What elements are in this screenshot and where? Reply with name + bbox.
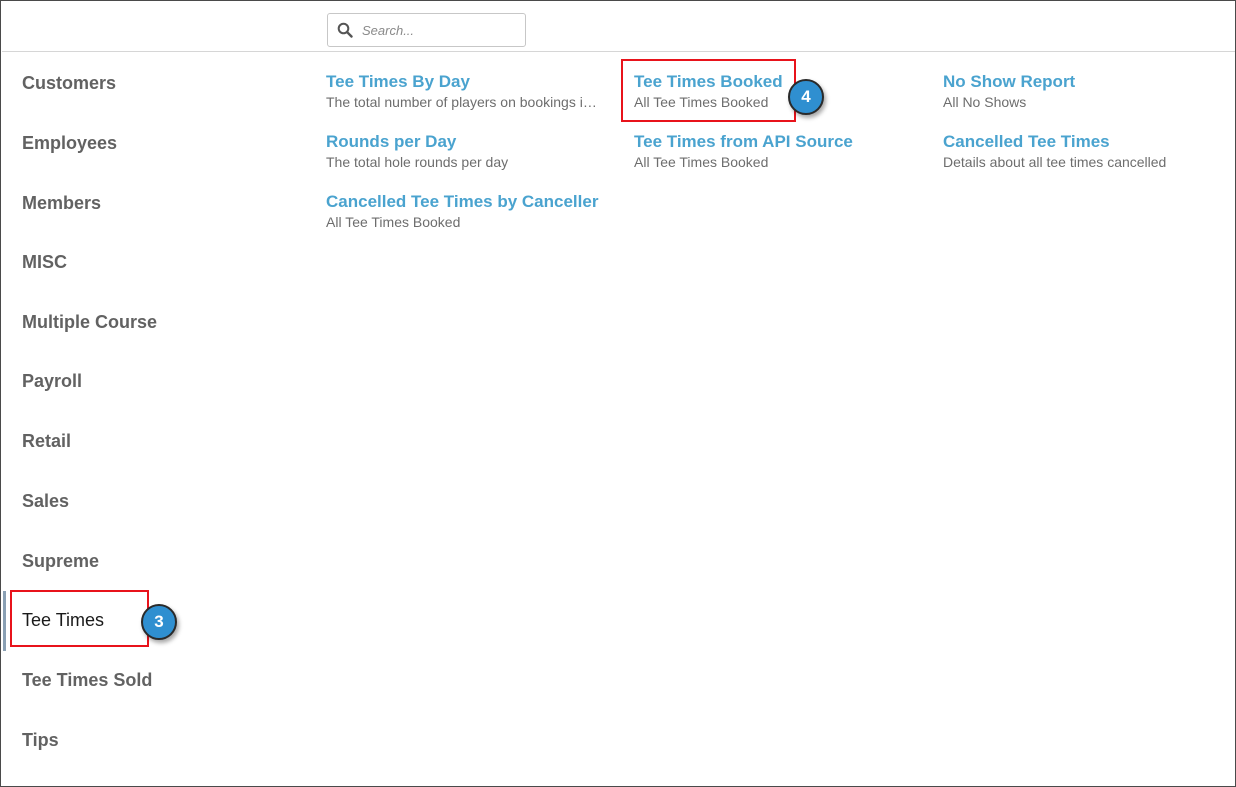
search-box[interactable] xyxy=(327,13,526,47)
report-description: All Tee Times Booked xyxy=(634,154,769,170)
report-cancelled-by-canceller[interactable]: Cancelled Tee Times by Canceller All Tee… xyxy=(326,192,616,231)
sidebar-item-retail[interactable]: Retail xyxy=(2,411,302,471)
sidebar-item-tips[interactable]: Tips xyxy=(2,710,302,770)
top-bar xyxy=(2,2,1235,52)
report-title[interactable]: Tee Times By Day xyxy=(326,72,616,92)
report-title[interactable]: Cancelled Tee Times xyxy=(943,132,1233,152)
report-no-show[interactable]: No Show Report All No Shows xyxy=(943,72,1233,111)
report-title[interactable]: Tee Times from API Source xyxy=(634,132,924,152)
highlight-box-report xyxy=(621,59,796,122)
step-badge-4: 4 xyxy=(788,79,824,115)
report-description: All No Shows xyxy=(943,94,1027,110)
sidebar-item-supreme[interactable]: Supreme xyxy=(2,531,302,591)
report-description: All Tee Times Booked xyxy=(326,214,461,230)
sidebar-item-misc[interactable]: MISC xyxy=(2,232,302,292)
report-title[interactable]: No Show Report xyxy=(943,72,1233,92)
sidebar-item-employees[interactable]: Employees xyxy=(2,113,302,173)
highlight-box-sidebar xyxy=(10,590,149,647)
search-input[interactable] xyxy=(362,19,512,41)
sidebar-item-customers[interactable]: Customers xyxy=(2,53,302,113)
report-category-sidebar: Customers Employees Members MISC Multipl… xyxy=(2,53,302,786)
report-description: Details about all tee times cancelled xyxy=(943,154,1167,170)
report-cancelled-tee-times[interactable]: Cancelled Tee Times Details about all te… xyxy=(943,132,1233,171)
sidebar-item-tee-times-sold[interactable]: Tee Times Sold xyxy=(2,650,302,710)
step-badge-3: 3 xyxy=(141,604,177,640)
report-title[interactable]: Rounds per Day xyxy=(326,132,616,152)
report-description: The total number of players on bookings … xyxy=(326,94,604,110)
search-icon xyxy=(337,22,353,38)
sidebar-item-payroll[interactable]: Payroll xyxy=(2,351,302,411)
report-description: The total hole rounds per day xyxy=(326,154,509,170)
sidebar-item-sales[interactable]: Sales xyxy=(2,471,302,531)
report-title[interactable]: Cancelled Tee Times by Canceller xyxy=(326,192,616,212)
sidebar-item-multiple-course[interactable]: Multiple Course xyxy=(2,292,302,352)
report-rounds-per-day[interactable]: Rounds per Day The total hole rounds per… xyxy=(326,132,616,171)
report-tee-times-from-api-source[interactable]: Tee Times from API Source All Tee Times … xyxy=(634,132,924,171)
report-tee-times-by-day[interactable]: Tee Times By Day The total number of pla… xyxy=(326,72,616,111)
sidebar-item-members[interactable]: Members xyxy=(2,173,302,233)
reports-window: Customers Employees Members MISC Multipl… xyxy=(0,0,1236,787)
